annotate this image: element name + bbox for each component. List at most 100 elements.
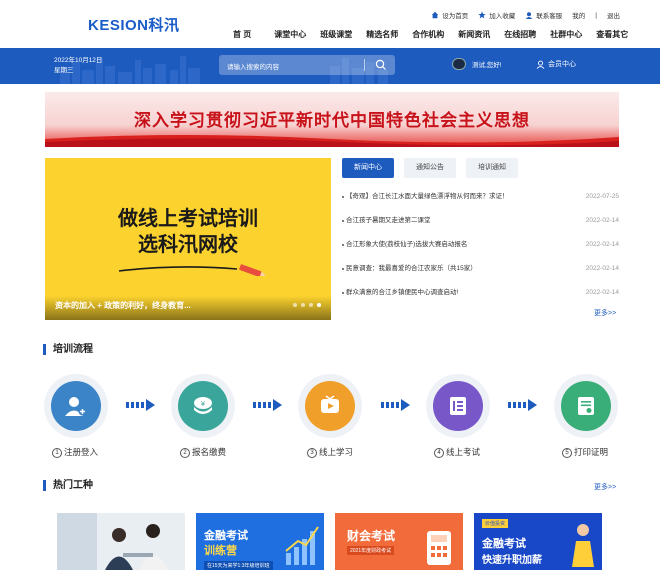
search-divider bbox=[364, 59, 365, 71]
course-card-accounting[interactable]: 财会考试 2021年度财政考试 bbox=[335, 513, 463, 570]
slogan-banner[interactable]: 深入学习贯彻习近平新时代中国特色社会主义思想 bbox=[45, 92, 619, 147]
step-label: 3 线上学习 bbox=[307, 446, 353, 458]
greeting-text: 测试,您好! bbox=[472, 62, 502, 69]
search-box[interactable]: 请输入搜索的内容 bbox=[219, 55, 395, 75]
nav-course-center[interactable]: 课堂中心 bbox=[267, 29, 313, 40]
news-date: 2022-07-25 bbox=[585, 193, 619, 200]
course-card-office[interactable] bbox=[57, 513, 185, 570]
card-title: 财会考试 bbox=[347, 529, 396, 543]
bullet bbox=[342, 244, 344, 246]
bullet bbox=[342, 220, 344, 222]
logout-link[interactable]: 退出 bbox=[607, 10, 620, 20]
star-icon bbox=[478, 11, 486, 19]
certificate-icon bbox=[578, 397, 594, 415]
course-card-finance-promotion[interactable]: 价值投资 金融考试 快速升职加薪 bbox=[474, 513, 602, 570]
news-title[interactable]: 群众满意的合江乡镇便民中心调查启动! bbox=[346, 286, 458, 300]
hot-jobs-more-link[interactable]: 更多>> bbox=[594, 482, 616, 492]
card-title: 金融考试 bbox=[204, 530, 248, 542]
current-date: 2022年10月12日 星期三 bbox=[54, 56, 102, 76]
add-favorite-label: 加入收藏 bbox=[489, 13, 516, 20]
search-banner: 2022年10月12日 星期三 请输入搜索的内容 测试,您好! 会员中心 bbox=[0, 48, 660, 84]
contact-service-link[interactable]: 联系客服 bbox=[525, 10, 562, 20]
nav-jobs[interactable]: 在线招聘 bbox=[497, 29, 543, 40]
carousel-dot[interactable] bbox=[309, 303, 313, 307]
step-label: 2 报名缴费 bbox=[180, 446, 226, 458]
carousel-dot[interactable] bbox=[301, 303, 305, 307]
home-icon bbox=[432, 11, 439, 19]
nav-teachers[interactable]: 精选名师 bbox=[359, 29, 405, 40]
list-item[interactable]: 合江孩子暑期又走进第二课堂 2022-02-14 bbox=[342, 214, 619, 238]
card-title-2: 训练营 bbox=[204, 545, 237, 557]
news-title[interactable]: 合江形象大使(荔枝仙子)选拔大赛启动报名 bbox=[346, 238, 467, 252]
search-icon[interactable] bbox=[375, 59, 387, 71]
avatar[interactable] bbox=[452, 58, 466, 70]
member-center-link[interactable]: 会员中心 bbox=[536, 59, 576, 69]
carousel-caption: 资本的加入 + 政策的利好，终身教育... bbox=[55, 301, 191, 310]
site-header: KESION科汛 设为首页 加入收藏 联系客服 我的 | 退出 首 页 课堂中心… bbox=[0, 0, 660, 48]
step-online-exam[interactable] bbox=[426, 374, 490, 438]
tab-training-notices[interactable]: 培训通知 bbox=[466, 158, 518, 178]
list-item[interactable]: 合江形象大使(荔枝仙子)选拔大赛启动报名 2022-02-14 bbox=[342, 238, 619, 262]
sep: | bbox=[595, 11, 597, 19]
arrow-right-icon bbox=[381, 399, 410, 411]
bullet bbox=[342, 196, 344, 198]
list-item[interactable]: 【奇观】合江长江水面大量绿色漂浮物从何而来？求证！ 2022-07-25 bbox=[342, 190, 619, 214]
step-payment[interactable]: ¥ bbox=[171, 374, 235, 438]
search-input[interactable]: 请输入搜索的内容 bbox=[227, 61, 279, 71]
nav-class[interactable]: 班级课堂 bbox=[313, 29, 359, 40]
news-title[interactable]: 【奇观】合江长江水面大量绿色漂浮物从何而来？求证！ bbox=[346, 190, 509, 204]
step-label: 4 线上考试 bbox=[434, 446, 480, 458]
promo-carousel[interactable]: 做线上考试培训 选科汛网校 资本的加入 + 政策的利好，终身教育... bbox=[45, 158, 331, 320]
carousel-dot[interactable] bbox=[293, 303, 297, 307]
nav-community[interactable]: 社群中心 bbox=[543, 29, 589, 40]
card-title: 金融考试 bbox=[482, 538, 526, 550]
top-links: 设为首页 加入收藏 联系客服 我的 | 退出 bbox=[431, 10, 620, 20]
step-label-text: 注册登入 bbox=[64, 447, 99, 457]
carousel-dots bbox=[293, 303, 321, 307]
hot-jobs-section-title: 热门工种 bbox=[43, 480, 93, 491]
list-item[interactable]: 群众满意的合江乡镇便民中心调查启动! 2022-02-14 bbox=[342, 286, 619, 310]
step-label-text: 线上考试 bbox=[446, 447, 481, 457]
step-register[interactable] bbox=[44, 374, 108, 438]
tab-announcements[interactable]: 通知公告 bbox=[404, 158, 456, 178]
step-number: 2 bbox=[180, 448, 190, 458]
news-title[interactable]: 合江孩子暑期又走进第二课堂 bbox=[346, 214, 431, 228]
step-label: 1 注册登入 bbox=[52, 446, 98, 458]
arrow-right-icon bbox=[253, 399, 282, 411]
news-date: 2022-02-14 bbox=[585, 217, 619, 224]
tab-news-center[interactable]: 新闻中心 bbox=[342, 158, 394, 178]
nav-home[interactable]: 首 页 bbox=[226, 29, 267, 40]
nav-news[interactable]: 新闻资讯 bbox=[451, 29, 497, 40]
step-print-certificate[interactable] bbox=[554, 374, 618, 438]
step-online-study[interactable] bbox=[298, 374, 362, 438]
card-tag: 价值投资 bbox=[482, 519, 509, 528]
carousel-dot-active[interactable] bbox=[317, 303, 321, 307]
logo-cn: 科汛 bbox=[148, 17, 180, 34]
video-icon bbox=[321, 395, 339, 413]
growth-chart-graphic bbox=[285, 526, 319, 565]
nav-more[interactable]: 查看其它 bbox=[589, 29, 635, 40]
user-greeting[interactable]: 测试,您好! bbox=[452, 58, 502, 70]
main-nav: 首 页 课堂中心 班级课堂 精选名师 合作机构 新闻资讯 在线招聘 社群中心 查… bbox=[226, 29, 635, 40]
news-date: 2022-02-14 bbox=[585, 289, 619, 296]
site-logo[interactable]: KESION科汛 bbox=[88, 14, 180, 35]
news-title[interactable]: 民意调查：我最喜爱的合江农家乐（共15家） bbox=[346, 262, 477, 276]
add-favorite-link[interactable]: 加入收藏 bbox=[478, 10, 515, 20]
weekday-text: 星期三 bbox=[54, 67, 74, 74]
user-add-icon bbox=[65, 397, 87, 416]
card-subtitle: 2021年度财政考试 bbox=[347, 546, 395, 555]
step-label: 5 打印证明 bbox=[562, 446, 608, 458]
news-more-link[interactable]: 更多>> bbox=[594, 308, 616, 318]
my-link[interactable]: 我的 bbox=[572, 10, 585, 20]
set-homepage-link[interactable]: 设为首页 bbox=[431, 10, 468, 20]
customer-service-icon bbox=[526, 12, 533, 19]
nav-partners[interactable]: 合作机构 bbox=[405, 29, 451, 40]
office-photo-image bbox=[57, 513, 185, 570]
course-card-finance-camp[interactable]: 金融考试 训练营 在15天为来学1:3年级培训班 bbox=[196, 513, 324, 570]
list-item[interactable]: 民意调查：我最喜爱的合江农家乐（共15家） 2022-02-14 bbox=[342, 262, 619, 286]
person-graphic bbox=[572, 524, 594, 567]
carousel-line-1: 做线上考试培训 bbox=[118, 208, 258, 230]
step-label-text: 打印证明 bbox=[574, 447, 609, 457]
payment-icon: ¥ bbox=[194, 397, 212, 414]
contact-service-label: 联系客服 bbox=[536, 13, 563, 20]
